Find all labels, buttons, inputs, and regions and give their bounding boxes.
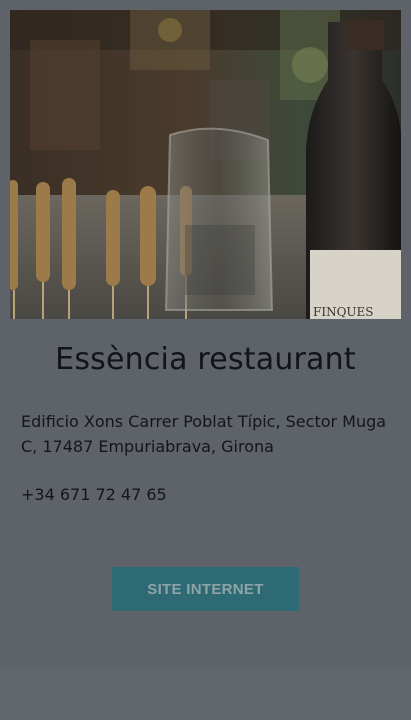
restaurant-photo: FINQUES — [10, 10, 401, 319]
restaurant-detail-page: FINQUES Essència restaurant Edificio Xon… — [0, 0, 411, 720]
restaurant-card: FINQUES Essència restaurant Edificio Xon… — [0, 0, 411, 668]
bottle-label-text: FINQUES — [313, 305, 374, 319]
website-button[interactable]: SITE INTERNET — [112, 567, 299, 611]
restaurant-address: Edificio Xons Carrer Poblat Típic, Secto… — [21, 412, 387, 456]
footer-band — [0, 668, 411, 720]
restaurant-phone[interactable]: +34 671 72 47 65 — [21, 482, 167, 507]
restaurant-name: Essència restaurant — [55, 342, 356, 377]
